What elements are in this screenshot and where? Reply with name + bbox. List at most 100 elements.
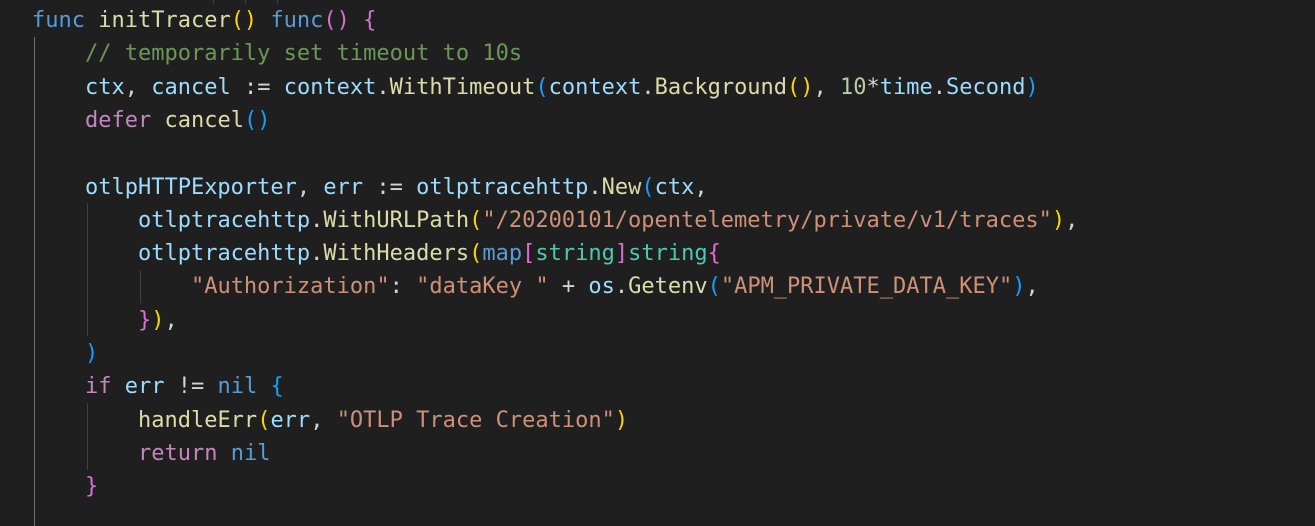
code-token: { xyxy=(363,8,377,33)
code-token: "dataKey " xyxy=(416,274,549,300)
code-token: ) xyxy=(1051,207,1066,233)
code-token: ) xyxy=(151,307,165,333)
code-token: err xyxy=(270,407,311,433)
code-token: func xyxy=(270,8,324,33)
code-line[interactable]: otlptracehttp.WithURLPath("/20200101/ope… xyxy=(32,204,1078,237)
code-token: "Authorization" xyxy=(190,274,390,300)
code-token: ctx xyxy=(84,74,125,100)
code-token: otlptracehttp xyxy=(416,174,589,200)
code-token: ( xyxy=(535,74,549,100)
code-line[interactable]: } xyxy=(32,470,98,503)
code-token: [ xyxy=(522,241,536,267)
code-token: . xyxy=(588,174,602,200)
code-token: () xyxy=(787,74,814,100)
code-token: ) xyxy=(614,407,629,433)
code-line[interactable]: if err != nil { xyxy=(32,370,284,403)
code-token: map xyxy=(482,241,523,267)
code-token: ) xyxy=(84,341,99,366)
code-token: * xyxy=(866,74,880,100)
code-line[interactable]: handleErr(err, "OTLP Trace Creation") xyxy=(32,404,628,437)
code-token: } xyxy=(137,307,152,333)
code-token: , xyxy=(296,174,324,200)
code-token: ( xyxy=(469,207,483,233)
code-token: . xyxy=(932,74,947,100)
code-token: return xyxy=(137,440,218,466)
code-token: string xyxy=(628,241,708,267)
code-token: { xyxy=(707,241,721,267)
code-token: handleErr xyxy=(137,407,258,433)
code-token: otlptracehttp xyxy=(137,241,311,267)
code-token: New xyxy=(601,174,642,200)
code-token: ) xyxy=(1025,74,1039,100)
code-token: . xyxy=(641,74,655,100)
code-line[interactable]: func initTracer() func() { xyxy=(32,4,376,37)
code-token: () xyxy=(230,8,258,33)
code-token: err xyxy=(124,374,165,400)
code-token: "OTLP Trace Creation" xyxy=(336,407,615,433)
code-token: WithTimeout xyxy=(389,74,536,100)
code-token: "/20200101/opentelemetry/private/v1/trac… xyxy=(482,207,1052,233)
code-line[interactable]: ctx, cancel := context.WithTimeout(conte… xyxy=(32,71,1039,104)
code-token: defer xyxy=(84,107,152,133)
code-token: ) xyxy=(1012,274,1026,300)
code-token: , xyxy=(310,407,337,433)
code-token: . xyxy=(376,74,390,100)
code-token: context xyxy=(548,74,642,100)
code-token: Second xyxy=(946,74,1026,100)
code-editor[interactable]: func initTracer() func() { // temporaril… xyxy=(0,0,1315,526)
code-token: ( xyxy=(641,174,655,200)
code-token: otlpHTTPExporter xyxy=(84,174,297,200)
code-line[interactable]: // temporarily set timeout to 10s xyxy=(32,37,522,70)
code-token: func xyxy=(32,8,85,33)
code-token: os xyxy=(588,274,615,300)
code-token: WithHeaders xyxy=(323,241,470,267)
code-token: := xyxy=(363,174,417,200)
code-token: , xyxy=(1025,274,1039,300)
code-token: ] xyxy=(614,241,629,267)
code-token: ( xyxy=(707,274,721,300)
code-line[interactable]: otlptracehttp.WithHeaders(map[string]str… xyxy=(32,237,721,270)
code-line[interactable]: return nil xyxy=(32,437,270,470)
code-token: nil xyxy=(230,440,271,466)
code-token: . xyxy=(310,207,324,233)
code-token: "APM_PRIVATE_DATA_KEY" xyxy=(720,274,1013,300)
code-token: cancel xyxy=(151,74,231,100)
code-token: time xyxy=(879,74,933,100)
code-token: 10 xyxy=(840,74,867,100)
code-token: () xyxy=(243,107,271,133)
code-token: WithURLPath xyxy=(323,207,470,233)
code-token: + xyxy=(548,274,589,300)
code-token: Getenv xyxy=(628,274,708,300)
code-line[interactable]: defer cancel() xyxy=(32,104,270,137)
code-line[interactable]: "Authorization": "dataKey " + os.Getenv(… xyxy=(32,270,1039,303)
code-token: err xyxy=(323,174,364,200)
code-line[interactable]: otlpHTTPExporter, err := otlptracehttp.N… xyxy=(32,171,708,204)
code-token: , xyxy=(813,74,841,100)
code-token: , xyxy=(694,174,708,200)
code-token: Background xyxy=(654,74,788,100)
code-line[interactable]: ) xyxy=(32,337,98,370)
code-line[interactable]: }), xyxy=(32,304,178,337)
code-token: if xyxy=(84,374,112,400)
code-token: . xyxy=(614,274,629,300)
code-token: , xyxy=(1065,207,1079,233)
code-token: != xyxy=(164,374,218,400)
code-token: context xyxy=(283,74,377,100)
code-token: ( xyxy=(469,241,483,267)
code-token: nil xyxy=(217,374,258,400)
code-token: , xyxy=(124,74,152,100)
